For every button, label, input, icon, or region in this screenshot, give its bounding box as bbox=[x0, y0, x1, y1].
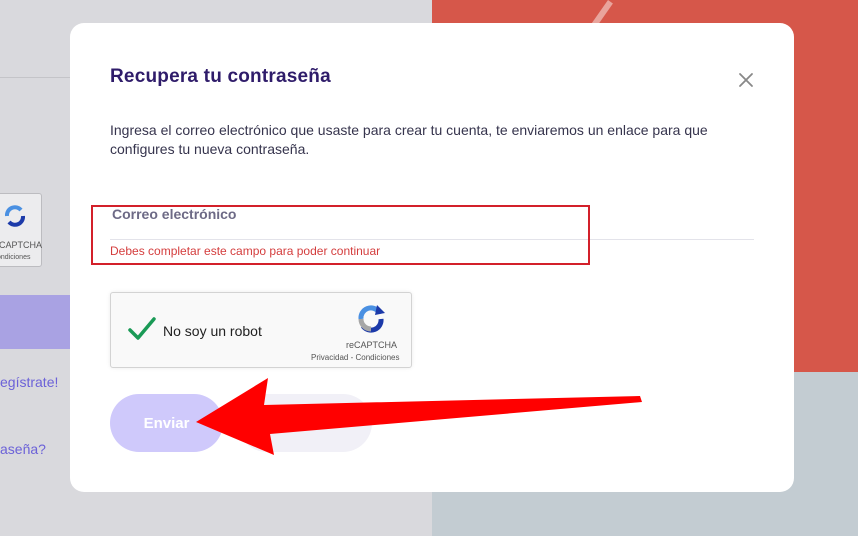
modal-description: Ingresa el correo electrónico que usaste… bbox=[110, 122, 708, 157]
modal-title: Recupera tu contraseña bbox=[110, 66, 331, 87]
secondary-button-shadow bbox=[238, 394, 372, 452]
recaptcha-brand: reCAPTCHA bbox=[346, 340, 398, 350]
background-register-link: egístrate! bbox=[0, 374, 59, 390]
background-forgot-link: aseña? bbox=[0, 441, 46, 457]
submit-button[interactable]: Enviar bbox=[110, 394, 223, 452]
recaptcha-terms-link[interactable]: Privacidad - Condiciones bbox=[311, 353, 400, 362]
background-recaptcha: CAPTCHA ondiciones bbox=[0, 193, 42, 267]
recaptcha-widget: No soy un robot reCAPTCHA Privacidad - C… bbox=[110, 292, 412, 368]
close-button[interactable] bbox=[736, 70, 756, 90]
recaptcha-icon bbox=[5, 205, 25, 227]
recaptcha-checkbox[interactable] bbox=[127, 315, 157, 343]
close-icon[interactable] bbox=[736, 70, 756, 90]
background-captcha-terms: ondiciones bbox=[0, 254, 31, 261]
recaptcha-label: No soy un robot bbox=[163, 323, 262, 339]
background-captcha-brand: CAPTCHA bbox=[0, 240, 43, 250]
recover-password-modal: Recupera tu contraseña Ingresa el correo… bbox=[70, 23, 794, 492]
recaptcha-logo-icon bbox=[358, 305, 385, 333]
annotation-highlight-box bbox=[91, 205, 590, 265]
